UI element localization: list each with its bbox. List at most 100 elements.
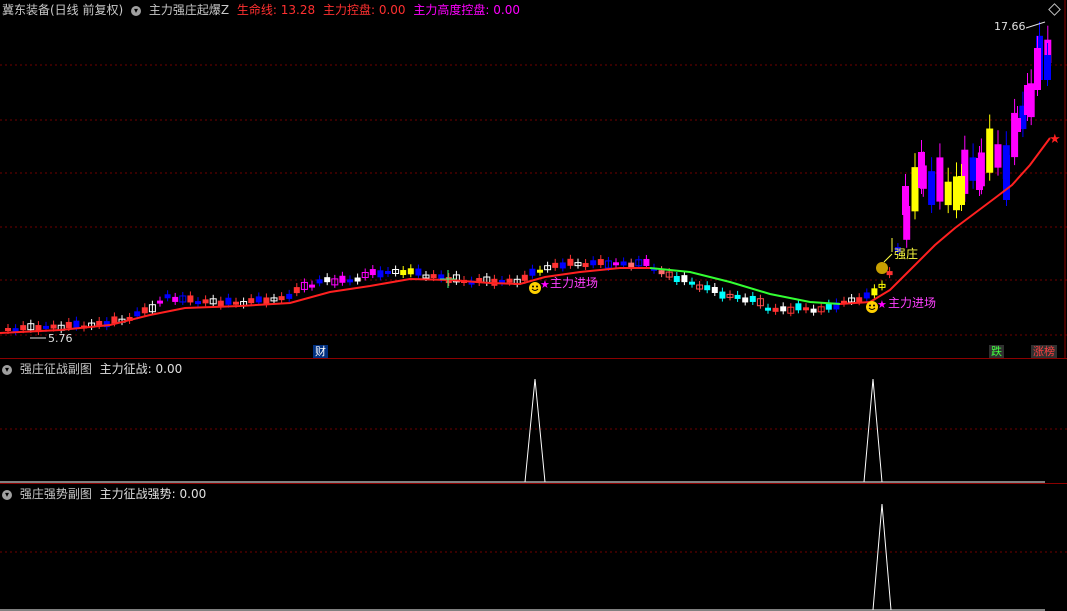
candle-body	[43, 325, 49, 329]
cai-tag[interactable]: 财	[313, 345, 328, 358]
candle-body	[377, 270, 384, 278]
candle-body	[928, 171, 936, 205]
candle-body	[195, 301, 201, 305]
sub-chart-2[interactable]: ▾ 强庄强势副图 主力征战强势: 0.00	[0, 484, 1067, 611]
life-line-label: 生命线:	[236, 3, 277, 17]
candle-body	[902, 186, 909, 215]
ctrl-value: 0.00	[378, 3, 406, 17]
candle-body	[795, 303, 802, 311]
smiley-eye	[536, 285, 538, 288]
candle-body	[628, 262, 635, 268]
candle-body	[1044, 55, 1051, 80]
candle-body	[324, 277, 331, 283]
candle-body	[233, 301, 239, 305]
candle-body	[613, 262, 619, 266]
candle-body	[734, 294, 741, 299]
candle-body	[407, 268, 414, 275]
candle-body	[354, 277, 361, 282]
candle-body	[911, 167, 919, 212]
indicator-name[interactable]: 主力强庄起爆Z	[149, 3, 229, 17]
candle-body	[430, 274, 437, 279]
candle-body	[415, 268, 422, 276]
candle-body	[871, 288, 878, 296]
life-line-red-2	[839, 137, 1051, 305]
candle-body	[936, 157, 944, 202]
candle-body	[529, 268, 536, 276]
money-bag-icon	[876, 262, 888, 274]
high-ctrl-value: 0.00	[493, 3, 520, 17]
candle-body	[347, 279, 353, 283]
candle-body	[749, 295, 756, 302]
candle-body	[5, 328, 11, 331]
candle-body	[316, 279, 323, 284]
candle-body	[918, 152, 925, 188]
candle-body	[673, 276, 680, 282]
candle-body	[780, 306, 787, 312]
sub2-series-label: 主力征战强势:	[99, 487, 176, 501]
stock-title: 冀东装备(日线 前复权)	[2, 3, 124, 17]
candle-body	[711, 286, 718, 293]
candle-body	[309, 284, 315, 288]
candle-body	[141, 307, 148, 314]
indicator-menu-icon[interactable]: ▾	[131, 5, 142, 16]
candle-body	[552, 262, 559, 268]
candle-body	[994, 144, 1002, 168]
candle-body	[590, 260, 597, 266]
main-header: 冀东装备(日线 前复权) ▾ 主力强庄起爆Z 生命线: 13.28 主力控盘: …	[2, 3, 524, 17]
candle-body	[765, 307, 771, 311]
arrow-line	[883, 253, 893, 263]
sub2-header: ▾ 强庄强势副图 主力征战强势: 0.00	[2, 487, 210, 501]
entry-label-2: 主力进场	[888, 296, 937, 310]
candle-body	[202, 299, 209, 304]
spike-2	[863, 378, 883, 483]
sub1-menu-icon[interactable]: ▾	[2, 364, 12, 375]
strong-label: 强庄	[894, 247, 919, 261]
candle-body	[1003, 155, 1010, 200]
candle-body	[944, 181, 952, 206]
candle-body	[73, 320, 80, 328]
sub1-line-chart	[0, 378, 1067, 483]
candle-body	[65, 321, 72, 328]
candle-body	[255, 296, 262, 303]
candle-body	[385, 271, 391, 274]
candle-body	[567, 258, 574, 266]
candle-body	[643, 258, 650, 266]
candle-body	[248, 298, 255, 304]
smiley-eye	[532, 285, 534, 288]
spike-1	[524, 378, 546, 483]
sub-chart-1[interactable]: ▾ 强庄征战副图 主力征战: 0.00	[0, 359, 1067, 483]
low-price-label: 5.76	[48, 332, 73, 345]
candle-body	[986, 128, 994, 173]
ctrl-label: 主力控盘:	[322, 3, 376, 17]
high-price-label: 17.66	[994, 20, 1026, 33]
high-ctrl-label: 主力高度控盘:	[413, 3, 490, 17]
candle-body	[225, 297, 232, 305]
sub1-series-value: 0.00	[155, 362, 183, 376]
candle-body	[772, 307, 779, 312]
die-tag[interactable]: 跌	[989, 345, 1004, 358]
candle-body	[559, 262, 566, 269]
candle-body	[286, 293, 293, 299]
sub1-series-label: 主力征战:	[99, 362, 152, 376]
sub2-title[interactable]: 强庄强势副图	[20, 487, 92, 501]
candle-body	[825, 303, 832, 310]
candle-body	[187, 295, 194, 303]
candle-body	[134, 311, 141, 317]
candle-body	[278, 296, 285, 301]
candle-body	[1014, 118, 1021, 132]
candle-body	[719, 291, 726, 299]
sub2-menu-icon[interactable]: ▾	[2, 489, 12, 500]
entry-label-1: 主力进场	[550, 276, 599, 290]
sub1-header: ▾ 强庄征战副图 主力征战: 0.00	[2, 362, 186, 376]
high-arrow	[1025, 21, 1046, 29]
candle-body	[742, 297, 749, 303]
sub1-title[interactable]: 强庄征战副图	[20, 362, 92, 376]
candle-body	[1034, 48, 1041, 90]
smiley-eye	[869, 304, 871, 307]
zhang-tag[interactable]: 涨榜	[1031, 345, 1057, 358]
main-chart-panel[interactable]: ★ ★ ★ 冀东装备(日线 前复权) ▾ 主力强庄起爆Z 生命线: 13.28 主力…	[0, 0, 1067, 358]
sub2-series-value: 0.00	[179, 487, 207, 501]
red-star-icon: ★	[1049, 132, 1061, 147]
life-line-value: 13.28	[280, 3, 316, 17]
candle-body	[339, 275, 346, 283]
